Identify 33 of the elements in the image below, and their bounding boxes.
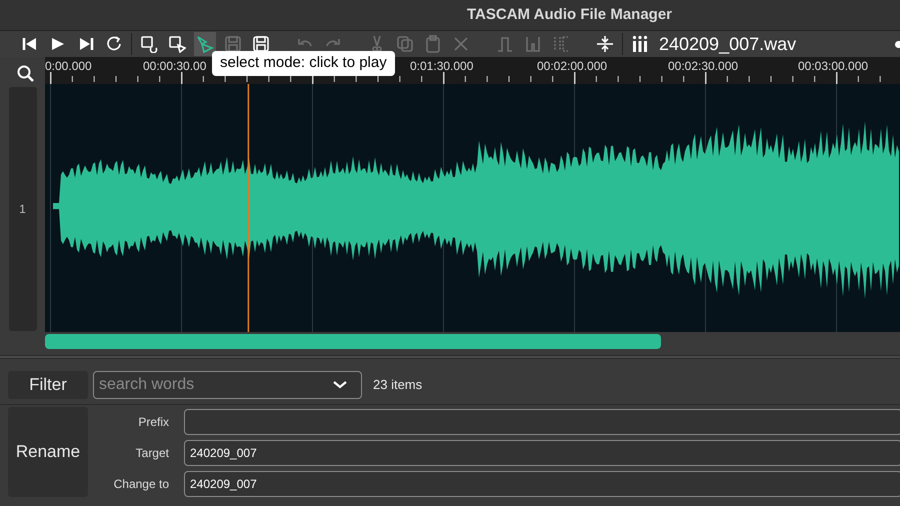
field-label: Target [134,445,170,462]
time-label: 00:02:30.000 [668,58,738,75]
cursor-play-icon[interactable] [196,35,214,53]
filter-button[interactable]: Filter [8,371,88,399]
text-field[interactable] [184,409,900,435]
fit-vertical-icon[interactable] [596,35,614,53]
skip-back-icon[interactable] [21,35,39,53]
meter-bars-icon[interactable] [631,35,649,53]
track-header[interactable]: 1 [8,87,36,331]
field-label: Prefix [137,414,170,431]
item-count: 23 items [373,376,422,394]
text-field[interactable]: 240209_007 [184,440,900,466]
time-label: 0:00.000 [45,58,92,75]
skip-forward-icon[interactable] [77,35,95,53]
selection-loop-icon[interactable] [140,35,158,53]
search-field[interactable]: search words [93,371,362,399]
file-name: 240209_007.wav [659,32,796,56]
time-label: 00:03:00.000 [798,58,868,75]
search-icon[interactable] [16,65,34,83]
time-label: 0:01:30.000 [410,58,474,75]
tooltip: select mode: click to play [212,51,395,76]
rename-button[interactable]: Rename [8,407,88,497]
time-label: 00:00:30.00 [143,58,206,75]
text-field[interactable]: 240209_007 [184,471,900,497]
chevron-down-icon [332,380,348,390]
waveform-panel[interactable] [45,84,900,332]
scrollbar-thumb[interactable] [45,334,661,349]
time-label: 00:02:00.000 [537,58,608,75]
window-title: TASCAM Audio File Manager [467,4,672,25]
loop-icon[interactable] [105,35,123,53]
track-number: 1 [19,201,26,218]
selection-play-icon[interactable] [168,35,186,53]
field-label: Change to [112,476,170,493]
